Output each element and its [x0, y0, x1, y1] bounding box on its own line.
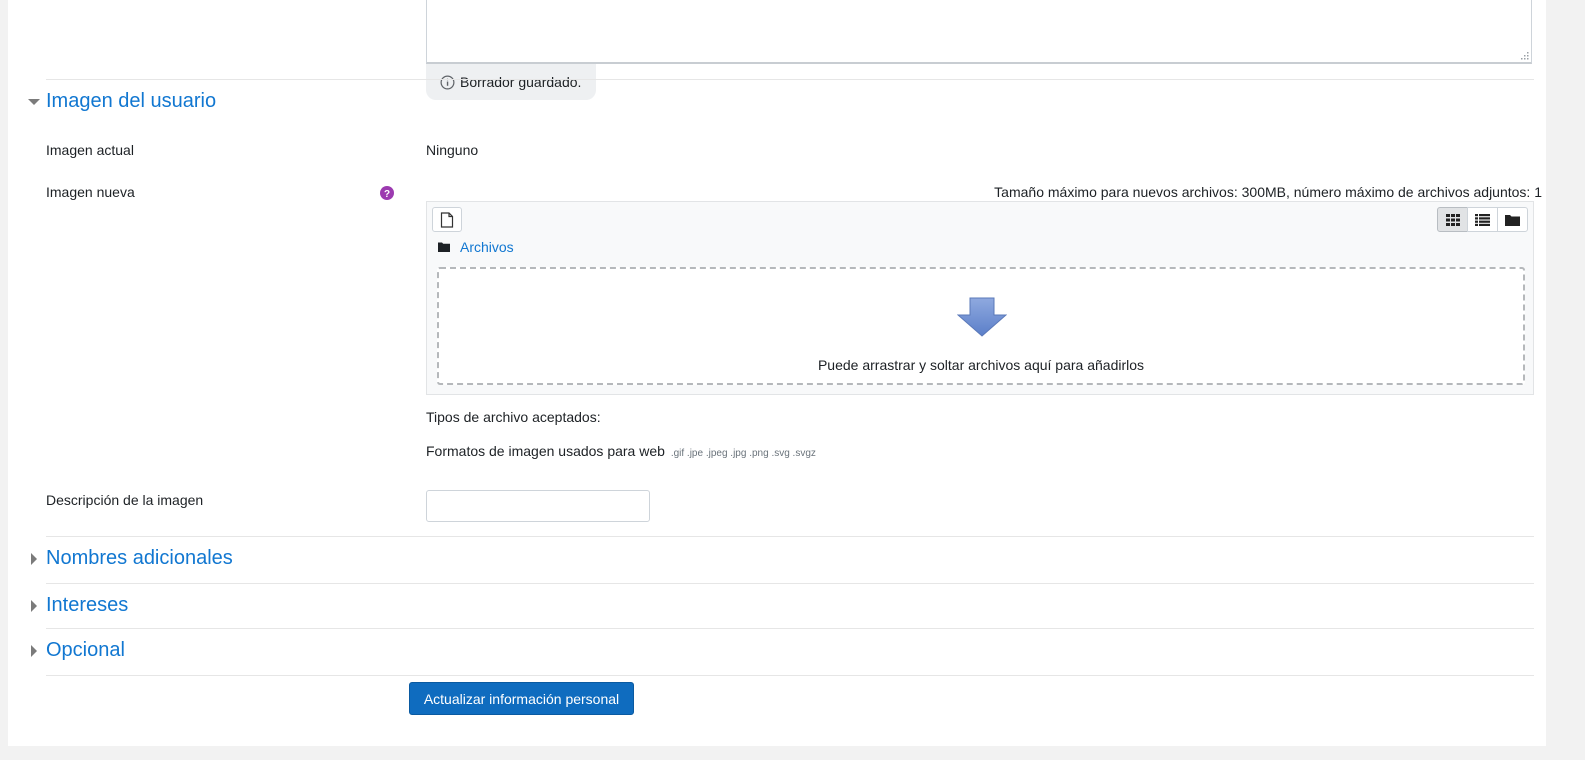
filemanager-path: Archivos: [438, 239, 514, 255]
section-divider: [46, 628, 1534, 629]
section-divider: [46, 583, 1534, 584]
section-divider: [46, 79, 1534, 80]
accepted-types-group: Formatos de imagen usados para web .gif …: [426, 443, 816, 459]
caret-right-icon: [31, 644, 37, 657]
new-picture-label: Imagen nueva: [46, 184, 135, 200]
svg-text:?: ?: [384, 189, 390, 200]
resize-grip-icon[interactable]: [1520, 51, 1529, 60]
accepted-types-heading: Tipos de archivo aceptados:: [426, 409, 601, 425]
view-list-button[interactable]: [1467, 207, 1498, 232]
form-card: Borrador guardado. Imagen del usuario Im…: [8, 0, 1546, 746]
add-file-button[interactable]: [432, 207, 462, 232]
list-icon: [1475, 213, 1490, 226]
folder-icon: [1505, 214, 1520, 226]
file-drop-zone[interactable]: Puede arrastrar y soltar archivos aquí p…: [437, 267, 1525, 385]
caret-down-icon: [28, 98, 40, 105]
page-scrollbar-track[interactable]: [1552, 0, 1585, 760]
arrow-down-icon: [957, 297, 1007, 337]
update-profile-button[interactable]: Actualizar información personal: [409, 682, 634, 715]
filemanager: Archivos Puede arrastrar y soltar archiv…: [426, 201, 1534, 395]
accepted-types-extensions: .gif .jpe .jpeg .jpg .png .svg .svgz: [670, 448, 816, 459]
folder-icon: [438, 242, 450, 252]
filemanager-limits: Tamaño máximo para nuevos archivos: 300M…: [994, 184, 1542, 200]
caret-right-icon: [31, 599, 37, 612]
file-icon: [440, 211, 454, 228]
section-header-user-picture[interactable]: Imagen del usuario: [28, 90, 216, 113]
section-divider: [46, 675, 1534, 676]
section-title: Nombres adicionales: [46, 547, 233, 569]
view-toggle-group: [1437, 207, 1528, 232]
current-picture-value: Ninguno: [426, 142, 479, 158]
section-title: Intereses: [46, 594, 129, 616]
section-header-optional[interactable]: Opcional: [28, 639, 125, 662]
grid-icon: [1445, 213, 1460, 226]
section-header-additional-names[interactable]: Nombres adicionales: [28, 547, 233, 570]
draft-saved-notice: Borrador guardado.: [426, 64, 596, 100]
caret-right-icon: [31, 552, 37, 565]
draft-status-text: Borrador guardado.: [460, 74, 582, 90]
section-title: Opcional: [46, 639, 125, 661]
section-divider: [46, 536, 1534, 537]
image-description-input[interactable]: [426, 490, 650, 522]
current-picture-label: Imagen actual: [46, 142, 134, 158]
section-header-interests[interactable]: Intereses: [28, 594, 128, 617]
question-circle-icon[interactable]: ?: [380, 186, 394, 200]
path-link-files[interactable]: Archivos: [460, 239, 514, 255]
description-textarea[interactable]: [426, 0, 1532, 64]
info-circle-icon: [440, 75, 455, 89]
view-tree-button[interactable]: [1497, 207, 1528, 232]
section-title: Imagen del usuario: [46, 90, 217, 112]
accepted-types-group-label: Formatos de imagen usados para web: [426, 443, 665, 459]
image-description-label: Descripción de la imagen: [46, 492, 204, 508]
drop-zone-text: Puede arrastrar y soltar archivos aquí p…: [817, 357, 1145, 373]
view-icons-button[interactable]: [1437, 207, 1468, 232]
